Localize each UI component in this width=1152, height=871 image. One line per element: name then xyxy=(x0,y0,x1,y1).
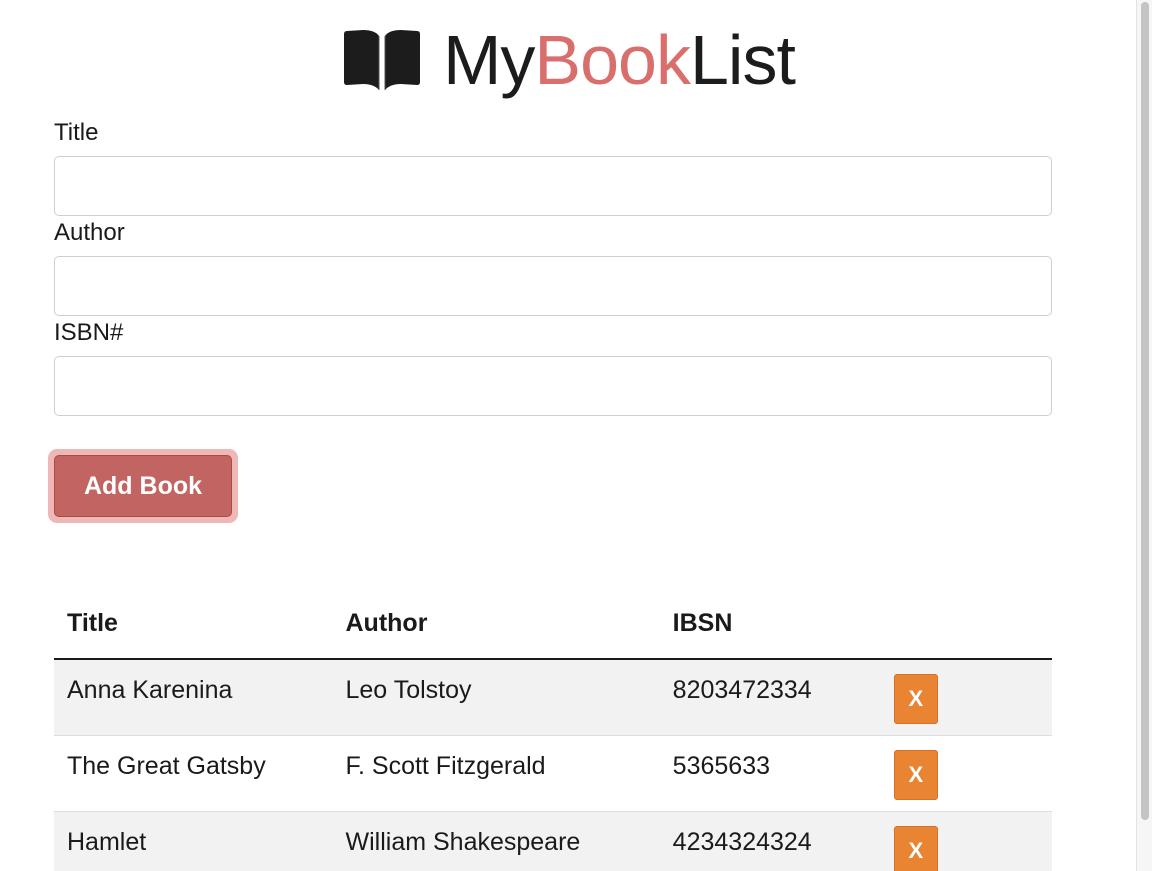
cell-title: Anna Karenina xyxy=(54,658,333,735)
cell-title: Hamlet xyxy=(54,810,333,871)
table-row: Hamlet William Shakespeare 4234324324 X xyxy=(54,810,1052,871)
app-title-list: List xyxy=(689,21,796,99)
author-label: Author xyxy=(54,219,125,246)
app-title-my: My xyxy=(443,21,535,99)
add-book-button[interactable]: Add Book xyxy=(54,455,232,517)
title-input[interactable] xyxy=(54,156,1052,216)
scrollbar-thumb[interactable] xyxy=(1141,2,1149,820)
cell-actions: X xyxy=(876,810,1052,871)
isbn-input[interactable] xyxy=(54,356,1052,416)
cell-title: The Great Gatsby xyxy=(54,734,333,811)
page: MyBookList Title Author ISBN# Add Book T… xyxy=(0,0,1152,871)
book-table: Title Author IBSN Anna Karenina Leo Tols… xyxy=(54,588,1052,871)
cell-isbn: 5365633 xyxy=(659,734,877,811)
table-row: Anna Karenina Leo Tolstoy 8203472334 X xyxy=(54,658,1052,735)
cell-author: Leo Tolstoy xyxy=(332,658,660,735)
cell-author: F. Scott Fitzgerald xyxy=(332,734,660,811)
author-input[interactable] xyxy=(54,256,1052,316)
app-title-book: Book xyxy=(534,21,691,99)
column-header-actions xyxy=(876,588,1052,660)
delete-button[interactable]: X xyxy=(893,825,938,871)
cell-author: William Shakespeare xyxy=(332,810,660,871)
vertical-scrollbar[interactable] xyxy=(1136,0,1152,871)
brand-header: MyBookList xyxy=(0,22,1136,98)
table-row: The Great Gatsby F. Scott Fitzgerald 536… xyxy=(54,734,1052,811)
delete-button[interactable]: X xyxy=(893,674,938,724)
cell-actions: X xyxy=(876,734,1052,811)
column-header-isbn: IBSN xyxy=(659,588,877,660)
book-open-icon xyxy=(344,30,421,90)
add-book-form: Title Author ISBN# xyxy=(54,118,1052,418)
cell-actions: X xyxy=(876,658,1052,735)
delete-button[interactable]: X xyxy=(893,749,938,800)
app-title: MyBookList xyxy=(443,21,796,99)
column-header-author: Author xyxy=(332,588,660,660)
table-header-row: Title Author IBSN xyxy=(54,588,1052,660)
isbn-label: ISBN# xyxy=(54,319,124,346)
add-book-button-focus-ring: Add Book xyxy=(48,449,238,523)
cell-isbn: 4234324324 xyxy=(659,810,877,871)
title-label: Title xyxy=(54,119,99,146)
column-header-title: Title xyxy=(54,588,333,660)
cell-isbn: 8203472334 xyxy=(659,658,877,735)
